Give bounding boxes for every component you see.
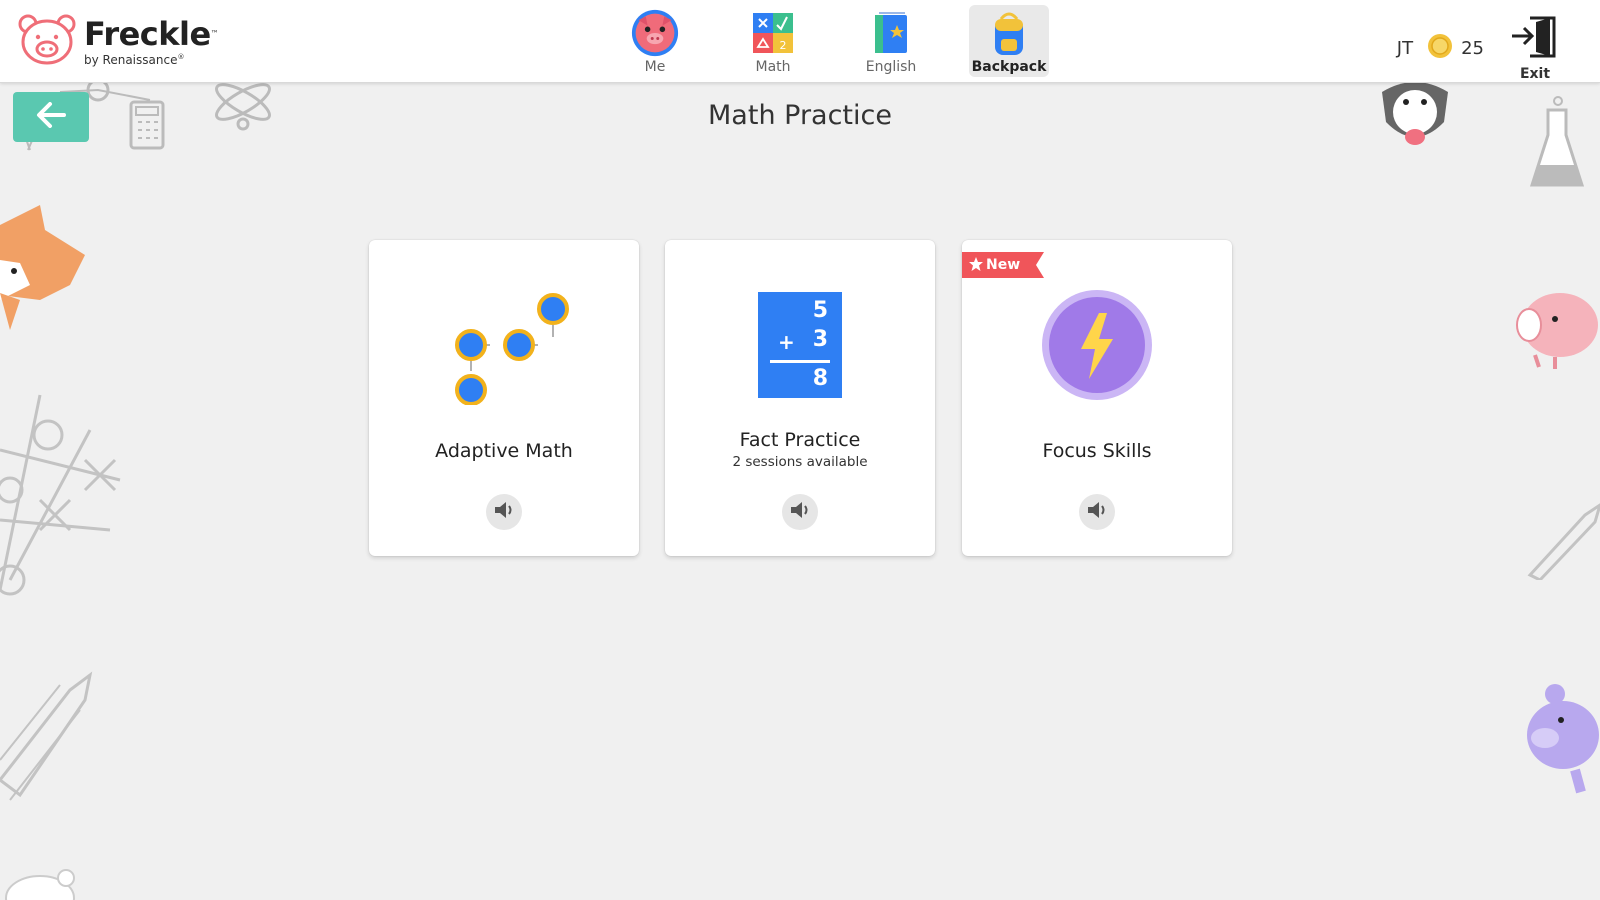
flash-result-number: 8 bbox=[812, 366, 828, 391]
nav-label-english: English bbox=[865, 59, 917, 75]
trademark-mark: ™ bbox=[210, 28, 219, 38]
nav-label-math: Math bbox=[755, 59, 791, 75]
nav-label-backpack: Backpack bbox=[971, 59, 1047, 75]
star-icon bbox=[968, 256, 984, 276]
speaker-icon bbox=[789, 500, 811, 524]
card-focus-skills[interactable]: New Focus Skills bbox=[962, 240, 1232, 556]
animal-doodle-bottom bbox=[5, 869, 75, 900]
coin-count: 25 bbox=[1461, 37, 1484, 59]
main-nav: Me 2 Math English Backpack bbox=[615, 5, 1049, 77]
book-icon bbox=[867, 9, 915, 57]
math-symbols-icon: 2 bbox=[749, 9, 797, 57]
flash-second-number: 3 bbox=[812, 327, 828, 352]
nav-item-english[interactable]: English bbox=[851, 5, 931, 77]
audio-button-adaptive-math[interactable] bbox=[486, 494, 522, 530]
pig-avatar-icon bbox=[631, 9, 679, 57]
brand-byline: by Renaissance bbox=[84, 52, 178, 67]
pencil-doodle bbox=[0, 671, 93, 801]
card-title-focus-skills: Focus Skills bbox=[1042, 440, 1152, 462]
fox-doodle bbox=[0, 205, 85, 330]
top-bar: Freckle™ by Renaissance® Me 2 Math Engli… bbox=[0, 0, 1600, 83]
backpack-icon bbox=[985, 9, 1033, 57]
tic-tac-toe-doodle bbox=[0, 394, 121, 596]
exit-button[interactable]: Exit bbox=[1510, 14, 1560, 82]
card-subtitle-fact-practice: 2 sessions available bbox=[732, 454, 868, 470]
card-fact-practice[interactable]: 5 + 3 8 Fact Practice 2 sessions availab… bbox=[665, 240, 935, 556]
exit-label: Exit bbox=[1519, 66, 1551, 82]
user-area: JT 25 Exit bbox=[1397, 14, 1560, 82]
nav-item-me[interactable]: Me bbox=[615, 5, 695, 77]
flash-divider bbox=[770, 360, 830, 363]
audio-button-focus-skills[interactable] bbox=[1079, 494, 1115, 530]
new-badge-label: New bbox=[986, 257, 1021, 273]
nav-item-math[interactable]: 2 Math bbox=[733, 5, 813, 77]
card-title-adaptive-math: Adaptive Math bbox=[435, 440, 573, 462]
pig-doodle bbox=[1516, 293, 1598, 369]
brand-name: Freckle bbox=[84, 14, 211, 53]
lightning-bolt-icon bbox=[962, 285, 1232, 405]
card-adaptive-math[interactable]: Adaptive Math bbox=[369, 240, 639, 556]
pig-logo-icon bbox=[18, 14, 76, 70]
nav-item-backpack[interactable]: Backpack bbox=[969, 5, 1049, 77]
speaker-icon bbox=[493, 500, 515, 524]
pencil-doodle-right bbox=[1527, 503, 1600, 580]
card-title-fact-practice: Fact Practice bbox=[739, 429, 861, 451]
coin-icon bbox=[1427, 33, 1453, 63]
flash-operator: + bbox=[778, 330, 795, 354]
exit-door-icon bbox=[1510, 14, 1560, 64]
svg-text:2: 2 bbox=[780, 39, 787, 52]
freckle-logo[interactable]: Freckle™ by Renaissance® bbox=[18, 14, 219, 70]
flash-card-icon: 5 + 3 8 bbox=[665, 285, 935, 405]
audio-button-fact-practice[interactable] bbox=[782, 494, 818, 530]
new-badge: New bbox=[962, 252, 1044, 278]
registered-mark: ® bbox=[177, 52, 185, 61]
speaker-icon bbox=[1086, 500, 1108, 524]
hippo-doodle bbox=[1527, 684, 1599, 794]
flash-top-number: 5 bbox=[812, 298, 828, 323]
user-initials[interactable]: JT bbox=[1397, 38, 1413, 59]
nav-label-me: Me bbox=[644, 59, 666, 75]
page-title: Math Practice bbox=[708, 100, 892, 131]
connected-dots-icon bbox=[369, 285, 639, 405]
